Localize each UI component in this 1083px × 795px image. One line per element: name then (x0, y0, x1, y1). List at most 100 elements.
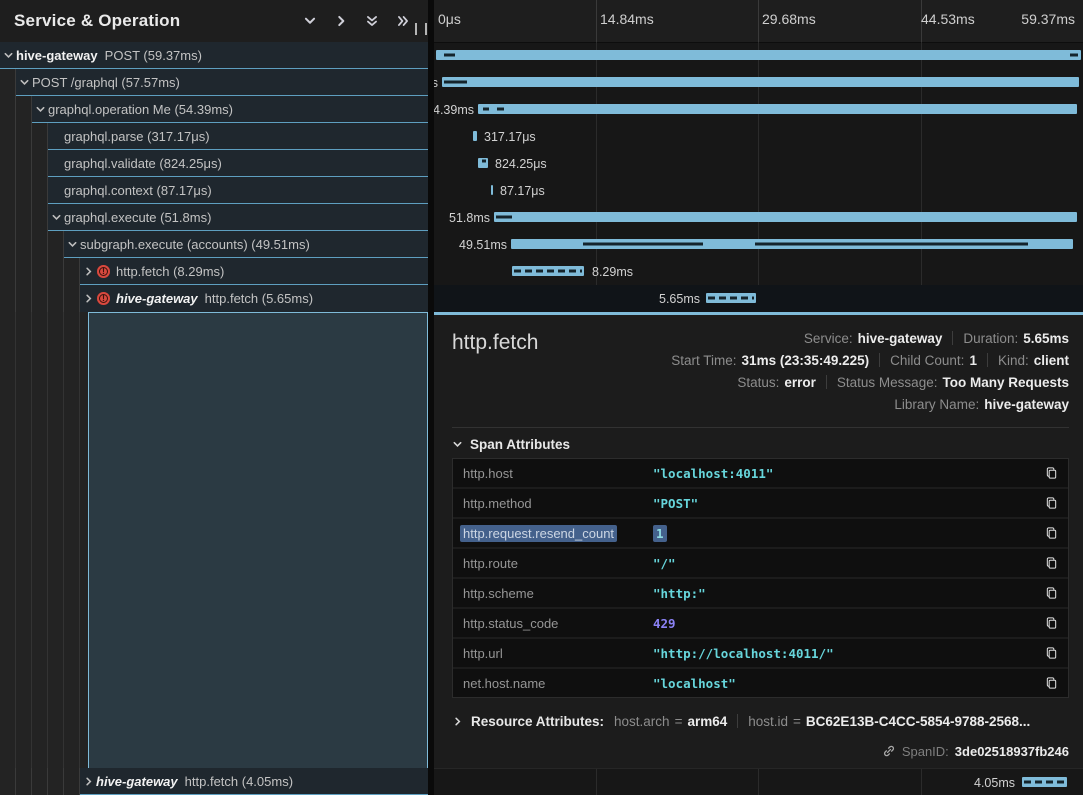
duration-label: 51.8ms (449, 204, 490, 231)
timeline-rows: 57.57ms 54.39ms 317.17μs 824.25μs (434, 42, 1083, 312)
copy-icon[interactable] (1045, 616, 1058, 630)
span-attributes-toggle[interactable]: Span Attributes (452, 430, 1069, 458)
span-bar[interactable] (494, 212, 1077, 222)
attribute-key: net.host.name (463, 676, 653, 691)
tick-label: 44.53ms (921, 11, 975, 27)
tree-row[interactable]: subgraph.execute (accounts) (49.51ms) (0, 231, 428, 258)
attribute-value: 1 (653, 525, 667, 542)
attribute-value: "http:" (653, 586, 706, 601)
tree-row[interactable]: http.fetch (8.29ms) (0, 258, 428, 285)
resource-attributes-row[interactable]: Resource Attributes: host.arch = arm64 h… (452, 706, 1069, 736)
timeline-bottom-row: 4.05ms (434, 768, 1083, 795)
panel-resize-handle[interactable] (415, 23, 427, 35)
duration-label: 49.51ms (459, 231, 507, 258)
copy-icon[interactable] (1045, 526, 1058, 540)
duration-label: 8.29ms (592, 258, 633, 285)
tick-label: 14.84ms (600, 11, 654, 27)
chevron-down-icon[interactable] (16, 77, 32, 88)
copy-icon[interactable] (1045, 496, 1058, 510)
status-label: Status: (737, 375, 779, 390)
tree-row[interactable]: graphql.operation Me (54.39ms) (0, 96, 428, 123)
span-bar[interactable] (436, 50, 1081, 60)
chevron-down-icon[interactable] (303, 14, 317, 28)
span-bar[interactable] (442, 77, 1079, 87)
double-chevron-right-icon[interactable] (396, 14, 410, 28)
tree-row[interactable]: graphql.parse (317.17μs) (0, 123, 428, 150)
attribute-value: "POST" (653, 496, 698, 511)
timeline-row (434, 42, 1083, 69)
attribute-row: net.host.name "localhost" (453, 669, 1068, 697)
duration-label: 87.17μs (500, 177, 545, 204)
span-label: graphql.validate (824.25μs) (64, 156, 222, 171)
span-bar[interactable] (478, 104, 1077, 114)
resource-attributes-title: Resource Attributes: (471, 714, 604, 729)
chevron-right-icon[interactable] (80, 293, 96, 304)
tree-row[interactable]: hive-gateway http.fetch (4.05ms) (0, 768, 428, 795)
indent-guides (0, 150, 48, 177)
start-time-value: 31ms (23:35:49.225) (742, 353, 870, 368)
duration-label: 317.17μs (484, 123, 536, 150)
tree-header: Service & Operation (0, 0, 428, 43)
service-label: Service: (804, 331, 853, 346)
chevron-right-icon[interactable] (334, 14, 348, 28)
span-bar[interactable] (706, 293, 756, 303)
span-label: http.fetch (8.29ms) (116, 264, 224, 279)
tree-row[interactable]: POST /graphql (57.57ms) (0, 69, 428, 96)
chevron-down-icon[interactable] (48, 212, 64, 223)
link-icon[interactable] (882, 744, 896, 758)
chevron-down-icon[interactable] (32, 104, 48, 115)
tick-label: 29.68ms (762, 11, 816, 27)
duration-label: 824.25μs (495, 150, 547, 177)
start-time-label: Start Time: (671, 353, 736, 368)
span-detail-title: http.fetch (452, 331, 538, 355)
status-message-value: Too Many Requests (942, 375, 1069, 390)
attribute-value: "/" (653, 556, 676, 571)
duration-value: 5.65ms (1023, 331, 1069, 346)
spanid-value: 3de02518937fb246 (955, 744, 1069, 759)
indent-guides (0, 258, 80, 285)
copy-icon[interactable] (1045, 586, 1058, 600)
copy-icon[interactable] (1045, 556, 1058, 570)
child-count-value: 1 (969, 353, 977, 368)
chevron-right-icon[interactable] (80, 776, 96, 787)
span-bar[interactable] (491, 185, 493, 195)
resource-value: BC62E13B-C4CC-5854-9788-2568... (806, 714, 1030, 729)
indent-guides (0, 69, 16, 96)
chevron-right-icon[interactable] (80, 266, 96, 277)
tree-row[interactable]: graphql.validate (824.25μs) (0, 150, 428, 177)
selected-span-detail-area (88, 312, 428, 768)
span-bar[interactable] (478, 158, 488, 168)
span-bar[interactable] (512, 266, 584, 276)
double-chevron-down-icon[interactable] (365, 14, 379, 28)
chevron-right-icon (452, 716, 463, 727)
equals-sign: = (793, 714, 801, 729)
indent-guides (0, 231, 64, 258)
span-bar[interactable] (1022, 777, 1067, 787)
attribute-value: "localhost:4011" (653, 466, 773, 481)
tree-row[interactable]: hive-gateway POST (59.37ms) (0, 42, 428, 69)
span-label: graphql.execute (51.8ms) (64, 210, 211, 225)
span-bar[interactable] (511, 239, 1073, 249)
timeline-row: 87.17μs (434, 177, 1083, 204)
chevron-down-icon (452, 439, 463, 450)
attribute-row: http.url "http://localhost:4011/" (453, 639, 1068, 667)
tree-row-selected[interactable]: hive-gateway http.fetch (5.65ms) (0, 285, 428, 312)
attribute-value: "localhost" (653, 676, 736, 691)
duration-label: Duration: (963, 331, 1018, 346)
status-value: error (784, 375, 816, 390)
tree-row[interactable]: graphql.execute (51.8ms) (0, 204, 428, 231)
copy-icon[interactable] (1045, 676, 1058, 690)
timeline-row: 54.39ms (434, 96, 1083, 123)
chevron-down-icon[interactable] (64, 239, 80, 250)
child-count-label: Child Count: (890, 353, 964, 368)
attribute-row: http.host "localhost:4011" (453, 459, 1068, 487)
span-label: graphql.operation Me (54.39ms) (48, 102, 233, 117)
library-name-label: Library Name: (894, 397, 979, 412)
copy-icon[interactable] (1045, 466, 1058, 480)
span-attributes-title: Span Attributes (470, 437, 570, 452)
span-bar[interactable] (473, 131, 477, 141)
copy-icon[interactable] (1045, 646, 1058, 660)
tree-row[interactable]: graphql.context (87.17μs) (0, 177, 428, 204)
indent-guides (0, 204, 48, 231)
chevron-down-icon[interactable] (0, 50, 16, 61)
